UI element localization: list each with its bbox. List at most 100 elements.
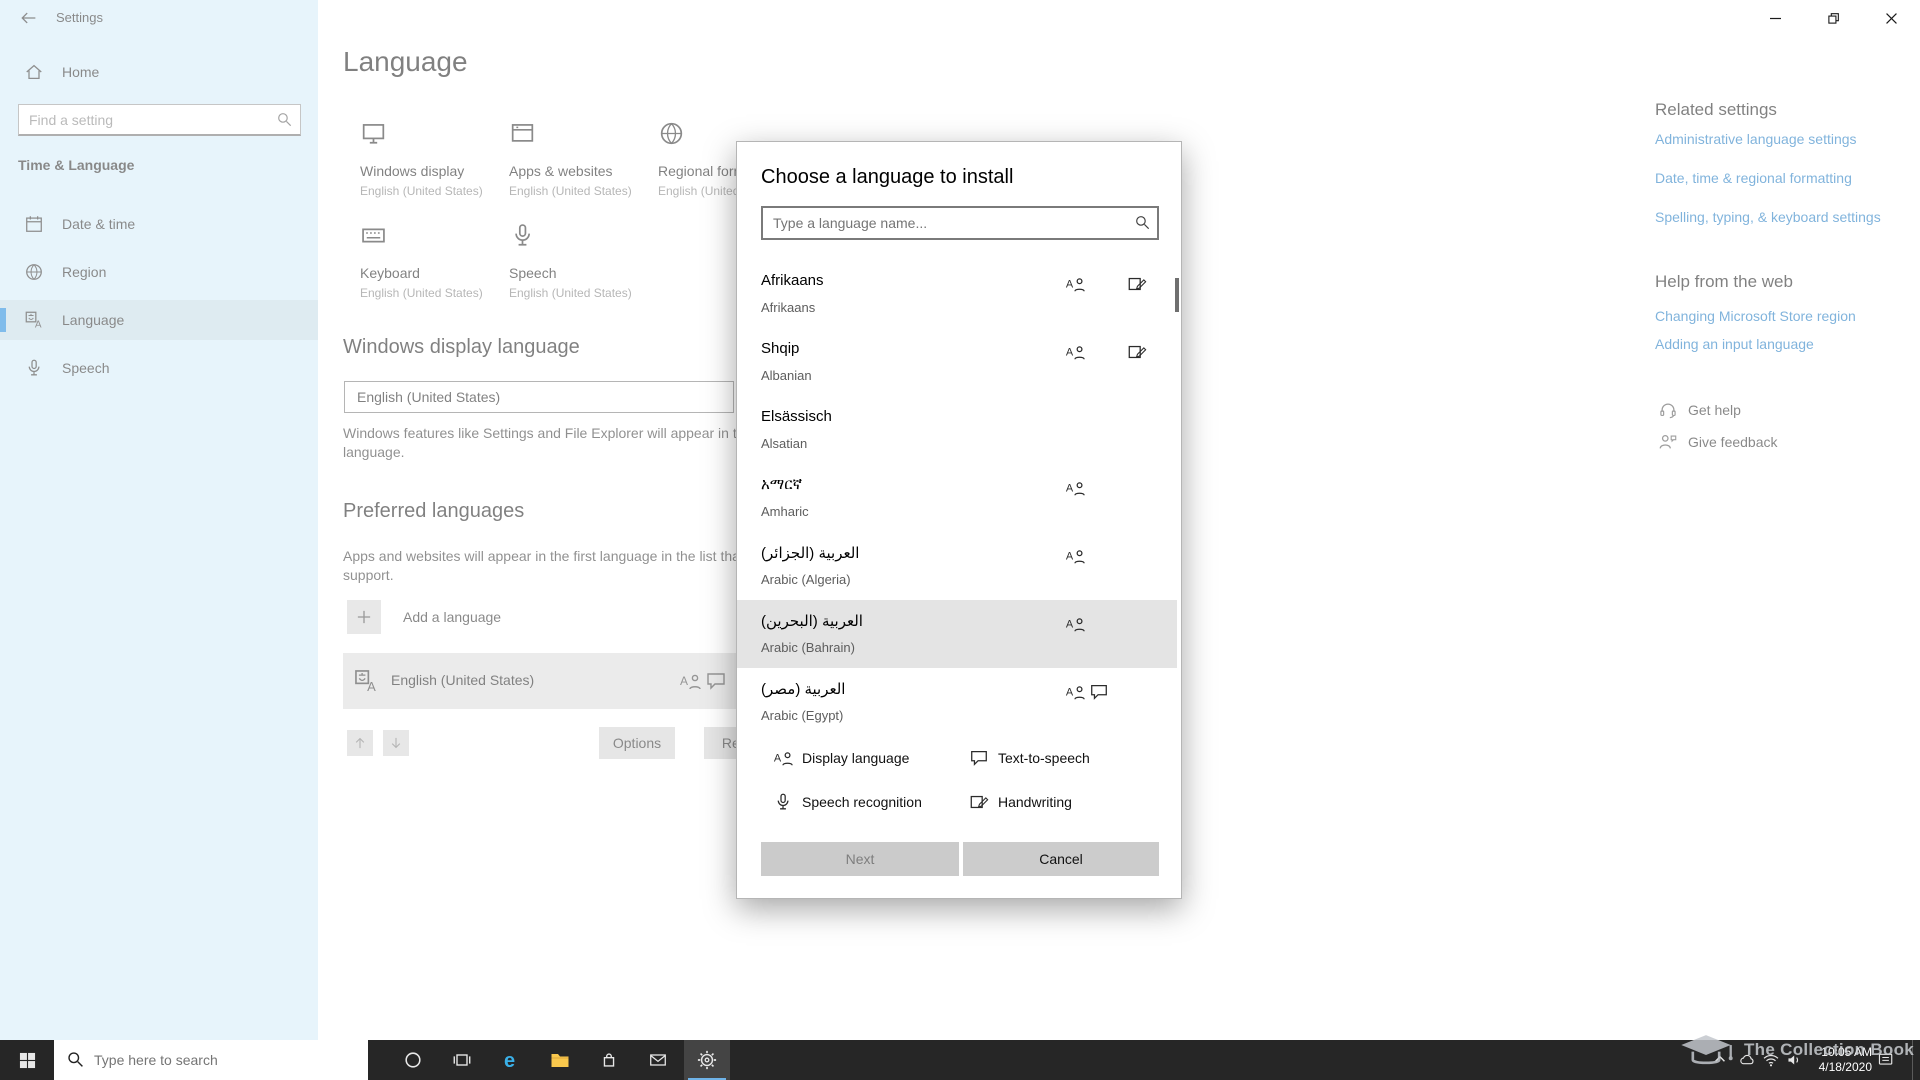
dialog-title: Choose a language to install — [761, 166, 1014, 188]
text-to-speech-icon — [705, 670, 727, 692]
dialog-scrollbar-thumb[interactable] — [1175, 278, 1179, 312]
store-button[interactable] — [586, 1040, 632, 1080]
language-english-name: Arabic (Algeria) — [761, 572, 851, 587]
back-arrow-icon — [19, 9, 37, 27]
display-language-icon: A — [1065, 478, 1085, 498]
svg-text:A: A — [35, 320, 42, 330]
svg-text:A: A — [680, 674, 688, 688]
language-row-arabic-bahrain[interactable]: العربية (البحرين) Arabic (Bahrain) A — [737, 600, 1177, 668]
legend-label: Display language — [802, 750, 910, 766]
svg-text:A: A — [1066, 551, 1074, 563]
language-native-name: العربية (الجزائر) — [761, 545, 860, 562]
tile-apps-websites: Apps & websites English (United States) — [509, 120, 651, 198]
display-language-icon: A — [1065, 614, 1085, 634]
text-to-speech-icon — [969, 748, 989, 768]
move-up-button[interactable] — [347, 730, 373, 756]
dialog-search-input[interactable] — [761, 206, 1159, 240]
link-date-time-regional-formatting[interactable]: Date, time & regional formatting — [1655, 170, 1852, 186]
taskbar-search-input[interactable] — [54, 1040, 368, 1080]
legend-handwriting: Handwriting — [969, 792, 1072, 812]
gear-icon — [697, 1050, 717, 1070]
back-button[interactable] — [10, 4, 46, 32]
handwriting-icon — [1127, 274, 1147, 294]
close-button[interactable] — [1862, 0, 1920, 36]
display-language-description: Windows features like Settings and File … — [343, 425, 755, 460]
language-row-afrikaans[interactable]: Afrikaans Afrikaans A — [737, 260, 1177, 328]
microphone-icon — [509, 222, 651, 249]
edge-button[interactable]: e — [488, 1040, 534, 1080]
language-native-name: العربية (البحرين) — [761, 613, 863, 630]
next-button[interactable]: Next — [761, 842, 959, 876]
give-feedback-link[interactable]: Give feedback — [1658, 432, 1778, 452]
watermark-text: The Collection Book — [1744, 1040, 1915, 1059]
link-administrative-language-settings[interactable]: Administrative language settings — [1655, 131, 1857, 147]
sidebar-item-label: Date & time — [62, 216, 136, 232]
restore-icon — [1827, 12, 1839, 24]
sidebar-item-speech[interactable]: Speech — [0, 348, 318, 388]
language-english-name: Alsatian — [761, 436, 808, 451]
settings-window: Settings Home Time & Language Date & tim… — [0, 0, 1920, 1080]
link-adding-input-language[interactable]: Adding an input language — [1655, 336, 1814, 352]
arrow-up-icon — [353, 736, 367, 750]
task-view-button[interactable] — [439, 1040, 485, 1080]
language-row-arabic-algeria[interactable]: العربية (الجزائر) Arabic (Algeria) A — [737, 532, 1177, 600]
svg-text:A: A — [1066, 279, 1074, 291]
restore-button[interactable] — [1804, 0, 1862, 36]
sidebar-item-label: Language — [62, 312, 125, 328]
cortana-button[interactable] — [390, 1040, 436, 1080]
svg-text:A: A — [1066, 347, 1074, 359]
watermark: The Collection Book — [1678, 1030, 1914, 1070]
mail-button[interactable] — [635, 1040, 681, 1080]
link-spelling-typing-keyboard[interactable]: Spelling, typing, & keyboard settings — [1655, 209, 1881, 225]
sidebar-item-region[interactable]: Region — [0, 252, 318, 292]
sidebar-item-date-time[interactable]: Date & time — [0, 204, 318, 244]
display-language-icon: A — [1065, 682, 1085, 702]
sidebar-home-label: Home — [62, 64, 100, 80]
caption-buttons — [1746, 0, 1920, 36]
svg-text:A: A — [1066, 619, 1074, 631]
settings-taskbar-button[interactable] — [684, 1040, 730, 1080]
link-changing-store-region[interactable]: Changing Microsoft Store region — [1655, 308, 1856, 324]
sidebar: Settings Home Time & Language Date & tim… — [0, 0, 318, 1040]
sidebar-search-input[interactable] — [18, 104, 301, 136]
globe-icon — [24, 262, 44, 282]
options-button[interactable]: Options — [599, 727, 675, 759]
get-help-link[interactable]: Get help — [1658, 400, 1741, 420]
tile-label: Apps & websites — [509, 163, 613, 179]
tile-value: English (United States) — [360, 286, 483, 300]
preferred-language-label: English (United States) — [391, 672, 535, 688]
sidebar-item-home[interactable]: Home — [0, 52, 318, 92]
monitor-icon — [360, 120, 502, 147]
language-row-amharic[interactable]: አማርኛ Amharic A — [737, 464, 1177, 532]
display-language-icon: A — [773, 748, 793, 768]
legend-display-language: A Display language — [773, 748, 909, 768]
language-english-name: Albanian — [761, 368, 812, 383]
start-button[interactable] — [0, 1040, 54, 1080]
tile-value: English (United States) — [509, 184, 632, 198]
home-icon — [24, 62, 44, 82]
tile-label: Keyboard — [360, 265, 420, 281]
language-row-albanian[interactable]: Shqip Albanian A — [737, 328, 1177, 396]
svg-text:A: A — [367, 679, 376, 694]
language-row-arabic-egypt[interactable]: العربية (مصر) Arabic (Egypt) A — [737, 668, 1177, 736]
tile-label: Windows display — [360, 163, 465, 179]
language-row-alsatian[interactable]: Elsässisch Alsatian — [737, 396, 1177, 464]
mail-icon — [648, 1050, 668, 1070]
move-down-button[interactable] — [383, 730, 409, 756]
task-view-icon — [452, 1050, 472, 1070]
preferred-languages-heading: Preferred languages — [343, 500, 525, 522]
add-language-button[interactable]: Add a language — [347, 600, 501, 634]
store-bag-icon — [599, 1050, 619, 1070]
language-native-name: አማርኛ — [761, 476, 803, 493]
file-explorer-button[interactable] — [537, 1040, 583, 1080]
display-language-dropdown[interactable]: English (United States) — [344, 381, 734, 413]
edge-icon: e — [498, 1047, 524, 1073]
language-english-name: Arabic (Egypt) — [761, 708, 844, 723]
language-icon: A — [24, 310, 44, 330]
cancel-button[interactable]: Cancel — [963, 842, 1159, 876]
minimize-button[interactable] — [1746, 0, 1804, 36]
graduation-cap-icon — [1678, 1030, 1734, 1070]
calendar-icon — [24, 214, 44, 234]
tile-label: Speech — [509, 265, 557, 281]
sidebar-item-language[interactable]: A Language — [0, 300, 318, 340]
